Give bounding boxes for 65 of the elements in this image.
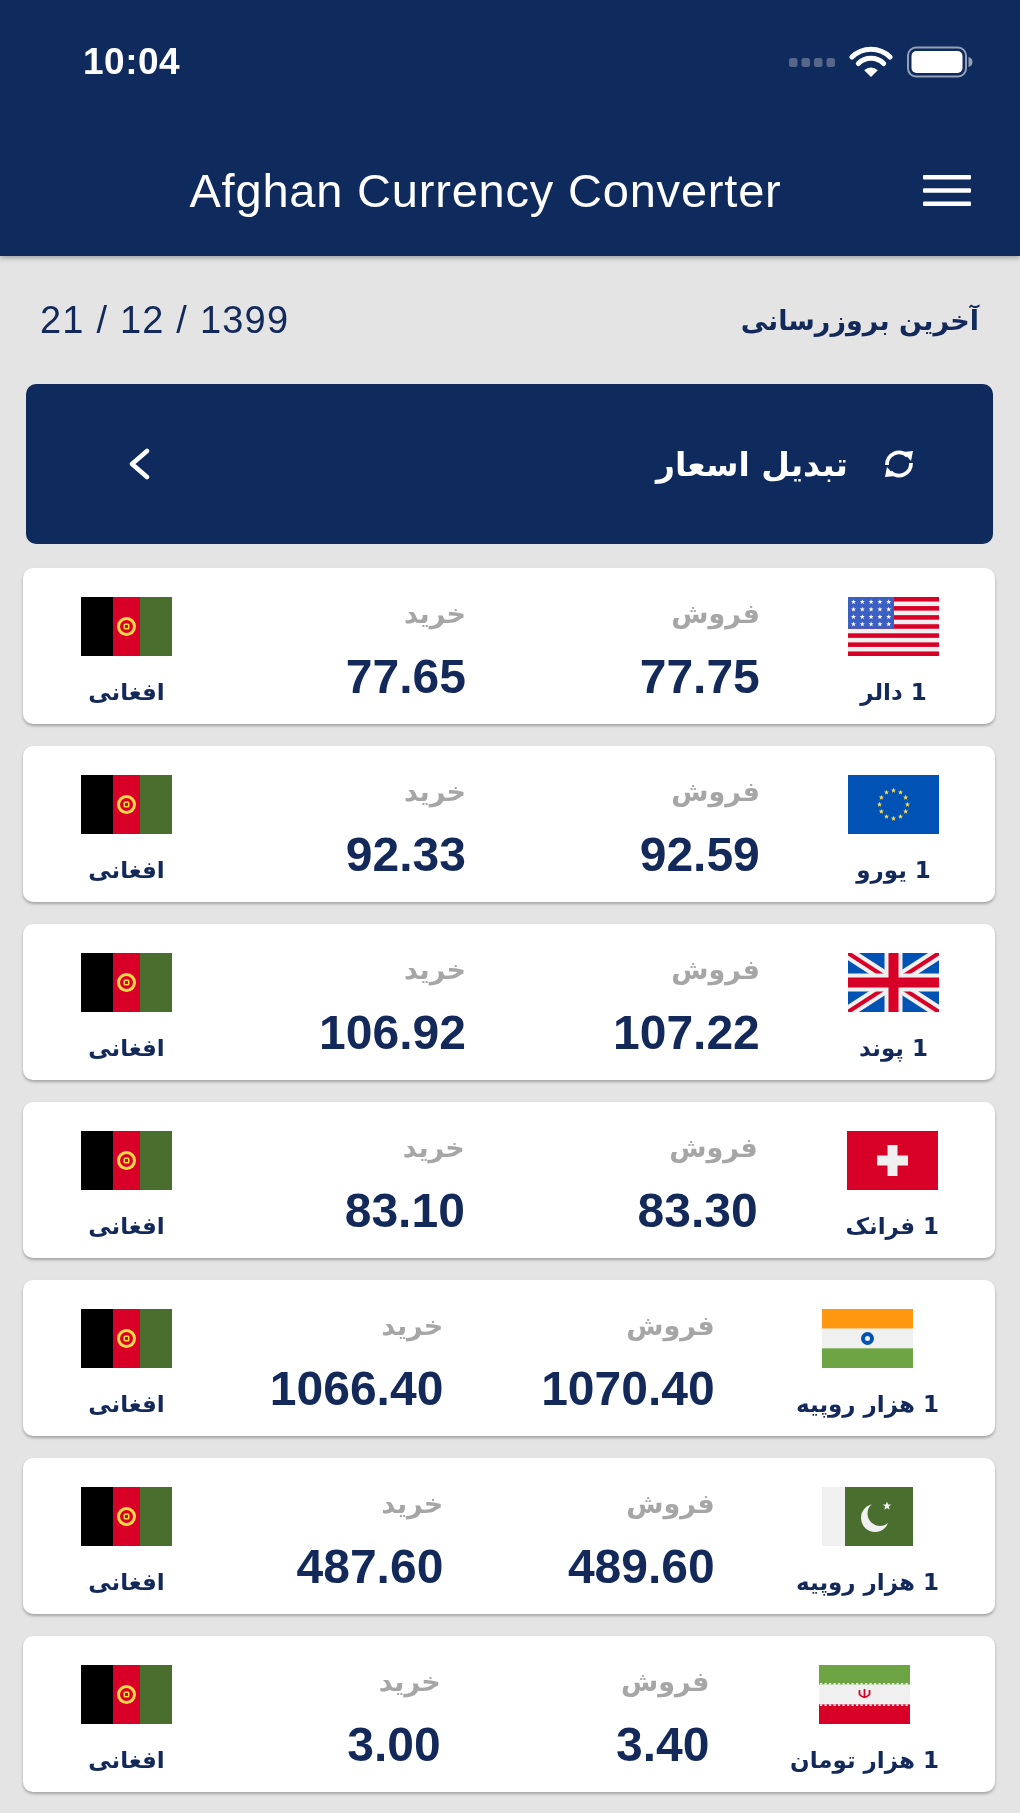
afghanistan-flag-icon [81,775,172,834]
uk-flag-icon [848,953,939,1012]
afghanistan-flag-icon [81,597,172,656]
eu-flag-icon [848,775,939,834]
buy-rate: 77.65 [345,649,466,705]
last-update-label: آخرین بروزرسانی [740,304,979,336]
usa-flag-icon [848,597,939,656]
iran-flag-icon [819,1665,910,1724]
currency-label: 1 هزار تومان [790,1746,939,1776]
wifi-icon [849,46,893,78]
india-flag-icon [822,1309,914,1368]
swiss-flag-icon [846,1131,938,1190]
currency-label: 1 هزار روپیه [796,1568,939,1598]
sell-rate: 92.59 [639,827,760,883]
sell-rate: 489.60 [567,1539,715,1595]
buy-rate: 1066.40 [269,1361,444,1417]
buy-heading: خرید [378,1665,441,1699]
sell-heading: فروش [626,1309,715,1343]
buy-rate: 92.33 [345,827,466,883]
sell-rate: 107.22 [613,1005,760,1061]
currency-label: 1 پوند [858,1034,928,1064]
battery-icon [907,46,973,78]
pakistan-flag-icon [822,1487,914,1546]
buy-heading: خرید [403,953,466,987]
sell-rate: 83.30 [637,1183,758,1239]
sell-rate: 3.40 [616,1717,710,1773]
app-title: Afghan Currency Converter [189,162,782,218]
buy-rate: 83.10 [344,1183,465,1239]
buy-heading: خرید [403,597,466,631]
base-currency-label: افغانی [88,1568,165,1597]
sell-heading: فروش [620,1665,710,1699]
sell-heading: فروش [671,775,760,809]
base-currency-label: افغانی [88,1746,165,1775]
sell-rate: 77.75 [639,649,760,705]
buy-heading: خرید [403,775,466,809]
sell-heading: فروش [671,953,760,987]
currency-label: 1 فرانک [845,1212,939,1242]
afghanistan-flag-icon [81,953,172,1012]
base-currency-label: افغانی [88,1390,165,1419]
sell-heading: فروش [671,597,760,631]
sell-rate: 1070.40 [541,1361,715,1417]
sell-heading: فروش [626,1487,715,1521]
currency-label: 1 یورو [856,856,931,886]
buy-rate: 487.60 [296,1539,444,1595]
buy-rate: 106.92 [319,1005,466,1061]
status-time: 10:04 [83,41,181,83]
buy-heading: خرید [381,1309,444,1343]
afghanistan-flag-icon [81,1131,172,1190]
buy-rate: 3.00 [347,1717,441,1773]
convert-rates-button[interactable]: تبدیل اسعار [26,384,993,544]
afghanistan-flag-icon [81,1487,172,1546]
currency-label: 1 دالر [860,678,927,708]
menu-icon[interactable] [923,174,971,206]
afghanistan-flag-icon [81,1665,172,1724]
base-currency-label: افغانی [88,1212,165,1241]
last-update-date: 21 / 12 / 1399 [40,298,290,342]
base-currency-label: افغانی [88,856,165,885]
base-currency-label: افغانی [88,678,165,707]
buy-heading: خرید [402,1131,465,1165]
afghanistan-flag-icon [81,1309,172,1368]
currency-label: 1 هزار روپیه [796,1390,939,1420]
sell-heading: فروش [669,1131,758,1165]
buy-heading: خرید [381,1487,444,1521]
signal-icon [789,57,835,67]
base-currency-label: افغانی [88,1034,165,1063]
